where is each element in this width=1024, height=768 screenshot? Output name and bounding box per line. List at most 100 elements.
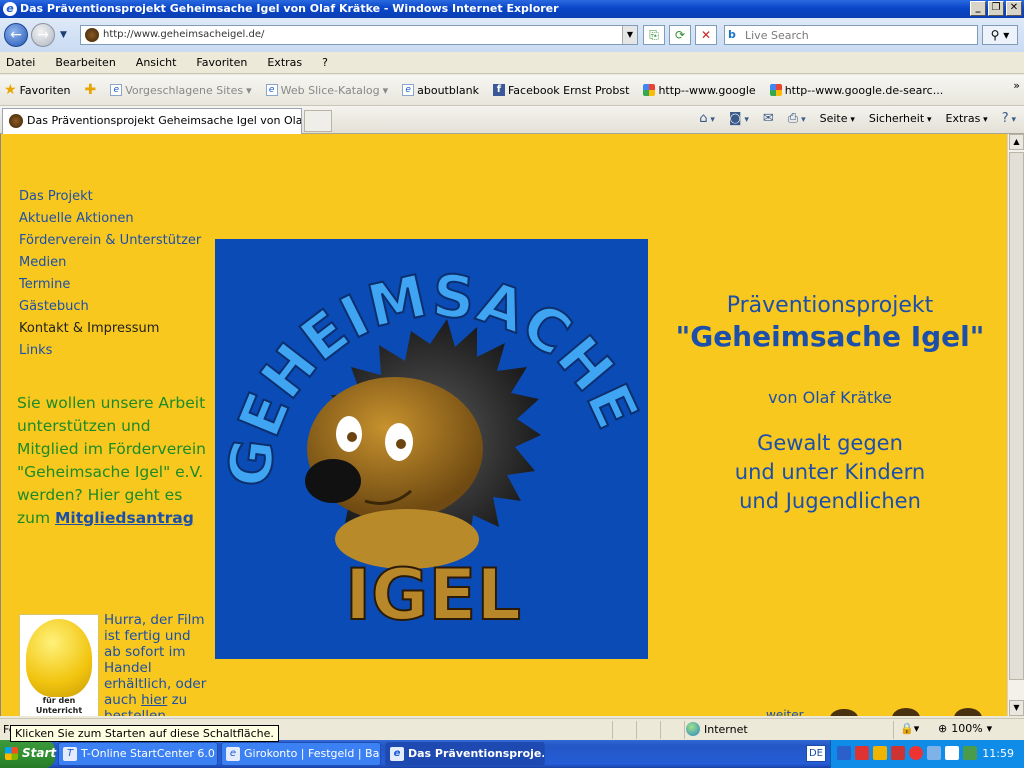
scroll-down-arrow-icon[interactable]: ▼ (1009, 700, 1024, 716)
nav-gaestebuch[interactable]: Gästebuch (19, 296, 201, 318)
favorites-button[interactable]: ★ Favoriten (4, 82, 71, 98)
address-dropdown[interactable]: ▼ (622, 26, 637, 44)
info-topic-line: Gewalt gegen (757, 431, 903, 455)
add-favorite-button[interactable]: ✚ (85, 82, 97, 98)
logo-text-bottom: IGEL (345, 554, 521, 636)
compatibility-view-button[interactable]: ⎘ (643, 25, 665, 45)
scroll-thumb[interactable] (1009, 152, 1024, 680)
tools-menu[interactable]: Extras (946, 112, 988, 125)
search-button[interactable]: ⚲ ▾ (982, 25, 1018, 45)
shield-icon[interactable] (891, 746, 905, 760)
start-button-tooltip: Klicken Sie zum Starten auf diese Schalt… (10, 725, 279, 742)
page-content: Das Projekt Aktuelle Aktionen Fördervere… (0, 134, 1007, 716)
start-label: Start (22, 746, 57, 760)
ie-icon: e (3, 2, 17, 16)
clock[interactable]: 11:59 (982, 747, 1014, 760)
back-button[interactable]: ← (4, 23, 28, 47)
nav-termine[interactable]: Termine (19, 274, 201, 296)
vertical-scrollbar[interactable]: ▲ ▼ (1007, 134, 1024, 716)
tab-active[interactable]: Das Präventionsprojekt Geheimsache Igel … (2, 108, 302, 134)
fav-label: Vorgeschlagene Sites (125, 83, 244, 97)
ie-icon: e (390, 747, 404, 761)
task-label: T-Online StartCenter 6.0 (81, 747, 215, 760)
fav-facebook[interactable]: f Facebook Ernst Probst (492, 84, 629, 97)
address-input[interactable]: http://www.geheimsacheigel.de/ (103, 29, 264, 40)
tab-row: Das Präventionsprojekt Geheimsache Igel … (0, 106, 1024, 134)
menu-favoriten[interactable]: Favoriten (196, 56, 247, 69)
close-button[interactable]: ✕ (1006, 1, 1022, 16)
zoom-control[interactable]: ⊕ 100% ▾ (938, 722, 992, 735)
ie-window: e Das Präventionsprojekt Geheimsache Ige… (0, 0, 1024, 768)
fav-google-search[interactable]: http--www.google.de-searc... (769, 84, 943, 97)
refresh-button[interactable]: ⟳ (669, 25, 691, 45)
nav-links[interactable]: Links (19, 340, 201, 362)
fav-suggested-sites[interactable]: e Vorgeschlagene Sites ▾ (110, 83, 252, 97)
antivirus-icon[interactable] (855, 746, 869, 760)
forward-button[interactable]: → (31, 23, 55, 47)
feeds-icon[interactable]: ◙ (729, 111, 749, 126)
film-order-link[interactable]: hier (141, 692, 167, 708)
film-announcement: Hurra, der Film ist fertig und ab sofort… (104, 612, 208, 716)
mail-icon[interactable]: ✉ (763, 111, 774, 126)
battery-icon[interactable] (963, 746, 977, 760)
nav-foerderverein[interactable]: Förderverein & Unterstützer (19, 230, 201, 252)
protected-mode-icon[interactable]: 🔒▾ (900, 722, 919, 735)
favorites-overflow-chevron-icon[interactable]: » (1013, 79, 1020, 92)
fav-aboutblank[interactable]: e aboutblank (402, 84, 479, 97)
navigation-bar: ← → ▼ http://www.geheimsacheigel.de/ ▼ ⎘… (0, 18, 1024, 52)
menu-bearbeiten[interactable]: Bearbeiten (55, 56, 115, 69)
task-praeventionsprojekt[interactable]: e Das Präventionsproje... (385, 742, 545, 766)
promo-text: Sie wollen unsere Arbeit unterstützen un… (17, 394, 206, 527)
favorites-label: Favoriten (19, 83, 71, 97)
security-center-icon[interactable] (873, 746, 887, 760)
ie-page-icon: e (110, 84, 123, 96)
nav-aktuelle-aktionen[interactable]: Aktuelle Aktionen (19, 208, 201, 230)
fav-web-slice-gallery[interactable]: e Web Slice-Katalog ▾ (265, 83, 388, 97)
globe-icon (686, 722, 700, 736)
home-icon[interactable]: ⌂ (699, 111, 715, 126)
hedgehog-nose (305, 459, 361, 503)
task-t-online[interactable]: T T-Online StartCenter 6.0 (58, 742, 218, 766)
nav-das-projekt[interactable]: Das Projekt (19, 186, 201, 208)
security-zone[interactable]: Internet (686, 722, 748, 736)
scroll-up-arrow-icon[interactable]: ▲ (1009, 134, 1024, 150)
fav-google[interactable]: http--www.google (643, 83, 756, 97)
weiter-link[interactable]: weiter (766, 708, 804, 716)
update-icon[interactable] (909, 746, 923, 760)
page-menu[interactable]: Seite (820, 112, 855, 125)
nav-kontakt-impressum[interactable]: Kontakt & Impressum (19, 318, 201, 340)
recent-pages-dropdown[interactable]: ▼ (60, 30, 67, 40)
wireless-icon[interactable] (927, 746, 941, 760)
search-input[interactable]: Live Search (745, 29, 809, 42)
title-bar: e Das Präventionsprojekt Geheimsache Ige… (0, 0, 1024, 18)
safety-menu[interactable]: Sicherheit (869, 112, 932, 125)
task-girokonto[interactable]: e Girokonto | Festgeld | Ba... (221, 742, 381, 766)
media-icon[interactable] (945, 746, 959, 760)
minimize-button[interactable]: _ (970, 1, 986, 16)
address-bar[interactable]: http://www.geheimsacheigel.de/ ▼ (80, 25, 638, 45)
tray-icons (837, 746, 977, 760)
menu-ansicht[interactable]: Ansicht (136, 56, 177, 69)
language-indicator[interactable]: DE (806, 745, 826, 762)
help-icon[interactable]: ? (1002, 111, 1016, 126)
menu-help[interactable]: ? (322, 56, 328, 69)
nav-medien[interactable]: Medien (19, 252, 201, 274)
new-tab-button[interactable] (304, 110, 332, 132)
fav-label: Web Slice-Katalog (280, 83, 380, 97)
search-box[interactable]: b Live Search (724, 25, 978, 45)
add-favorite-icon: ✚ (84, 82, 97, 98)
google-icon (769, 84, 782, 96)
print-icon[interactable]: ⎙ (788, 111, 806, 126)
membership-form-link[interactable]: Mitgliedsantrag (55, 509, 194, 527)
star-icon: ★ (4, 82, 17, 98)
recommendation-badge-image[interactable]: für den Unterricht empfohlen (19, 614, 99, 716)
fav-label: http--www.google (658, 83, 756, 97)
menu-datei[interactable]: Datei (6, 56, 35, 69)
network-icon[interactable] (837, 746, 851, 760)
status-cell (893, 721, 894, 739)
zoom-dropdown-icon[interactable]: ▾ (987, 722, 993, 735)
stop-button[interactable]: ✕ (695, 25, 717, 45)
maximize-button[interactable]: ❐ (988, 1, 1004, 16)
start-button[interactable]: Start (0, 740, 57, 768)
menu-extras[interactable]: Extras (267, 56, 302, 69)
